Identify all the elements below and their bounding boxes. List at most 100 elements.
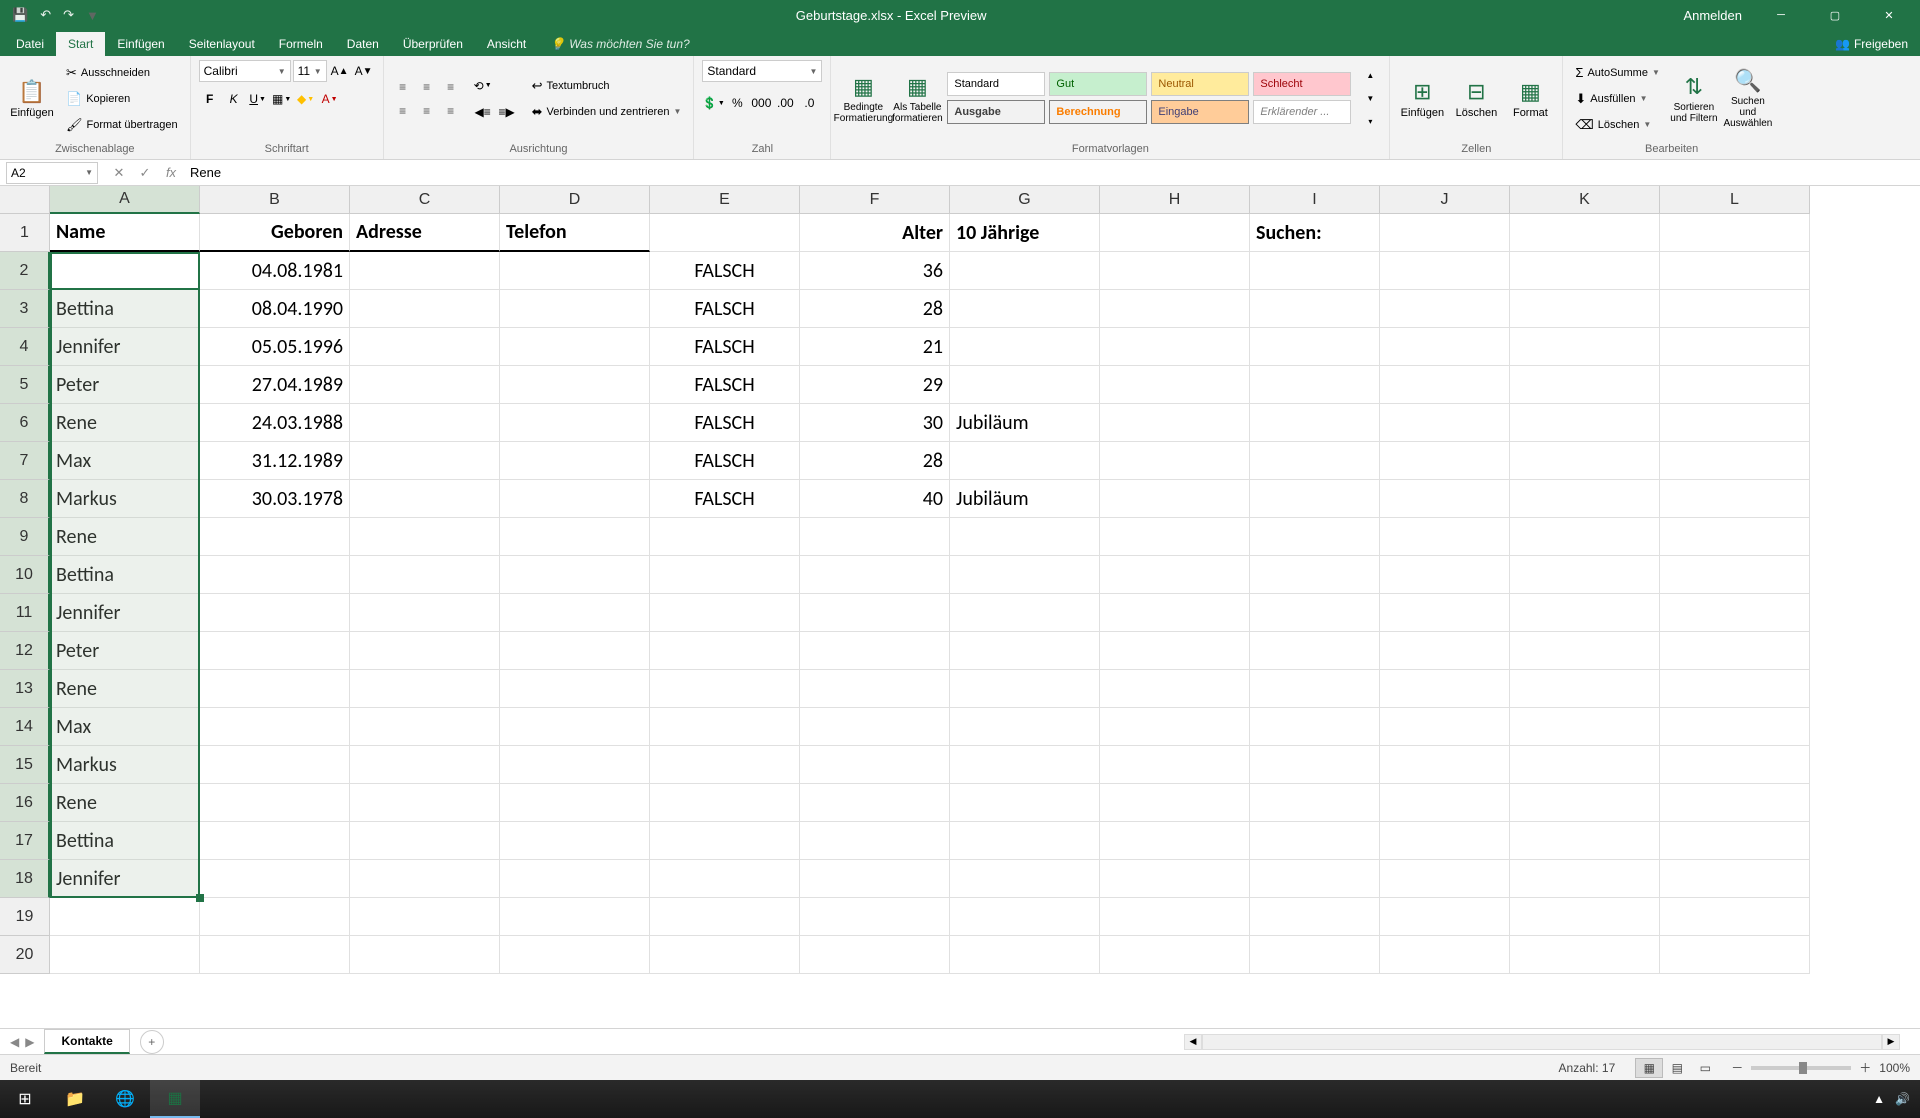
cell-I13[interactable] xyxy=(1250,670,1380,708)
style-scroll-up[interactable]: ▲ xyxy=(1359,65,1381,87)
cell-F6[interactable]: 30 xyxy=(800,404,950,442)
cell-I6[interactable] xyxy=(1250,404,1380,442)
cell-B16[interactable] xyxy=(200,784,350,822)
zoom-slider[interactable] xyxy=(1751,1066,1851,1070)
cell-J5[interactable] xyxy=(1380,366,1510,404)
sheet-nav-prev-icon[interactable]: ◀ xyxy=(10,1035,19,1049)
cell-K9[interactable] xyxy=(1510,518,1660,556)
cell-B10[interactable] xyxy=(200,556,350,594)
cell-D3[interactable] xyxy=(500,290,650,328)
cell-L20[interactable] xyxy=(1660,936,1810,974)
cell-H17[interactable] xyxy=(1100,822,1250,860)
cell-G6[interactable]: Jubiläum xyxy=(950,404,1100,442)
cell-I7[interactable] xyxy=(1250,442,1380,480)
cell-L2[interactable] xyxy=(1660,252,1810,290)
cell-G1[interactable]: 10 Jährige xyxy=(950,214,1100,252)
style-more[interactable]: ▾ xyxy=(1359,111,1381,133)
cell-B11[interactable] xyxy=(200,594,350,632)
border-button[interactable]: ▦▼ xyxy=(271,88,293,110)
cell-J17[interactable] xyxy=(1380,822,1510,860)
cell-I12[interactable] xyxy=(1250,632,1380,670)
cell-H2[interactable] xyxy=(1100,252,1250,290)
autosum-button[interactable]: ΣAutoSumme▼ xyxy=(1571,62,1664,84)
row-header-10[interactable]: 10 xyxy=(0,556,50,594)
cell-I8[interactable] xyxy=(1250,480,1380,518)
cell-H8[interactable] xyxy=(1100,480,1250,518)
cell-I4[interactable] xyxy=(1250,328,1380,366)
cell-F5[interactable]: 29 xyxy=(800,366,950,404)
col-header-A[interactable]: A xyxy=(50,186,200,214)
cell-K20[interactable] xyxy=(1510,936,1660,974)
cell-F19[interactable] xyxy=(800,898,950,936)
cell-K16[interactable] xyxy=(1510,784,1660,822)
cell-A5[interactable]: Peter xyxy=(50,366,200,404)
cell-C14[interactable] xyxy=(350,708,500,746)
cell-H15[interactable] xyxy=(1100,746,1250,784)
cell-J12[interactable] xyxy=(1380,632,1510,670)
cell-E13[interactable] xyxy=(650,670,800,708)
add-sheet-button[interactable]: + xyxy=(140,1030,164,1054)
cell-E20[interactable] xyxy=(650,936,800,974)
cell-H6[interactable] xyxy=(1100,404,1250,442)
cell-K4[interactable] xyxy=(1510,328,1660,366)
cell-L9[interactable] xyxy=(1660,518,1810,556)
cell-B13[interactable] xyxy=(200,670,350,708)
cell-J13[interactable] xyxy=(1380,670,1510,708)
cell-L8[interactable] xyxy=(1660,480,1810,518)
cell-K1[interactable] xyxy=(1510,214,1660,252)
delete-cells-button[interactable]: ⊟Löschen xyxy=(1452,63,1500,135)
cell-A17[interactable]: Bettina xyxy=(50,822,200,860)
row-header-13[interactable]: 13 xyxy=(0,670,50,708)
row-header-20[interactable]: 20 xyxy=(0,936,50,974)
cell-K13[interactable] xyxy=(1510,670,1660,708)
cell-C20[interactable] xyxy=(350,936,500,974)
cell-J9[interactable] xyxy=(1380,518,1510,556)
qat-dropdown-icon[interactable]: ▼ xyxy=(86,8,99,23)
font-color-button[interactable]: A▼ xyxy=(319,88,341,110)
cell-C2[interactable] xyxy=(350,252,500,290)
view-page-layout-button[interactable]: ▤ xyxy=(1663,1058,1691,1078)
cell-D12[interactable] xyxy=(500,632,650,670)
cell-C16[interactable] xyxy=(350,784,500,822)
cell-D2[interactable] xyxy=(500,252,650,290)
style-erklaerender[interactable]: Erklärender ... xyxy=(1253,100,1351,124)
italic-button[interactable]: K xyxy=(223,88,245,110)
cell-D6[interactable] xyxy=(500,404,650,442)
cell-I9[interactable] xyxy=(1250,518,1380,556)
cell-L11[interactable] xyxy=(1660,594,1810,632)
cell-A12[interactable]: Peter xyxy=(50,632,200,670)
cell-G12[interactable] xyxy=(950,632,1100,670)
cell-G18[interactable] xyxy=(950,860,1100,898)
cell-F3[interactable]: 28 xyxy=(800,290,950,328)
cell-L15[interactable] xyxy=(1660,746,1810,784)
cell-L6[interactable] xyxy=(1660,404,1810,442)
cell-C13[interactable] xyxy=(350,670,500,708)
cell-J4[interactable] xyxy=(1380,328,1510,366)
cell-J16[interactable] xyxy=(1380,784,1510,822)
row-header-9[interactable]: 9 xyxy=(0,518,50,556)
cell-A4[interactable]: Jennifer xyxy=(50,328,200,366)
cell-K18[interactable] xyxy=(1510,860,1660,898)
cell-H14[interactable] xyxy=(1100,708,1250,746)
cell-D11[interactable] xyxy=(500,594,650,632)
cell-B4[interactable]: 05.05.1996 xyxy=(200,328,350,366)
view-normal-button[interactable]: ▦ xyxy=(1635,1058,1663,1078)
cell-I14[interactable] xyxy=(1250,708,1380,746)
insert-cells-button[interactable]: ⊞Einfügen xyxy=(1398,63,1446,135)
cell-J18[interactable] xyxy=(1380,860,1510,898)
cell-H20[interactable] xyxy=(1100,936,1250,974)
row-header-5[interactable]: 5 xyxy=(0,366,50,404)
cell-A7[interactable]: Max xyxy=(50,442,200,480)
tray-chevron-icon[interactable]: ▲ xyxy=(1873,1092,1885,1106)
row-header-4[interactable]: 4 xyxy=(0,328,50,366)
cell-J19[interactable] xyxy=(1380,898,1510,936)
col-header-L[interactable]: L xyxy=(1660,186,1810,214)
sheet-tab-active[interactable]: Kontakte xyxy=(44,1029,129,1054)
cell-F9[interactable] xyxy=(800,518,950,556)
style-neutral[interactable]: Neutral xyxy=(1151,72,1249,96)
row-header-14[interactable]: 14 xyxy=(0,708,50,746)
merge-button[interactable]: ⬌Verbinden und zentrieren▼ xyxy=(528,101,686,123)
decrease-indent-button[interactable]: ◀≡ xyxy=(472,101,494,123)
cell-E14[interactable] xyxy=(650,708,800,746)
align-center-button[interactable]: ≡ xyxy=(416,100,438,122)
